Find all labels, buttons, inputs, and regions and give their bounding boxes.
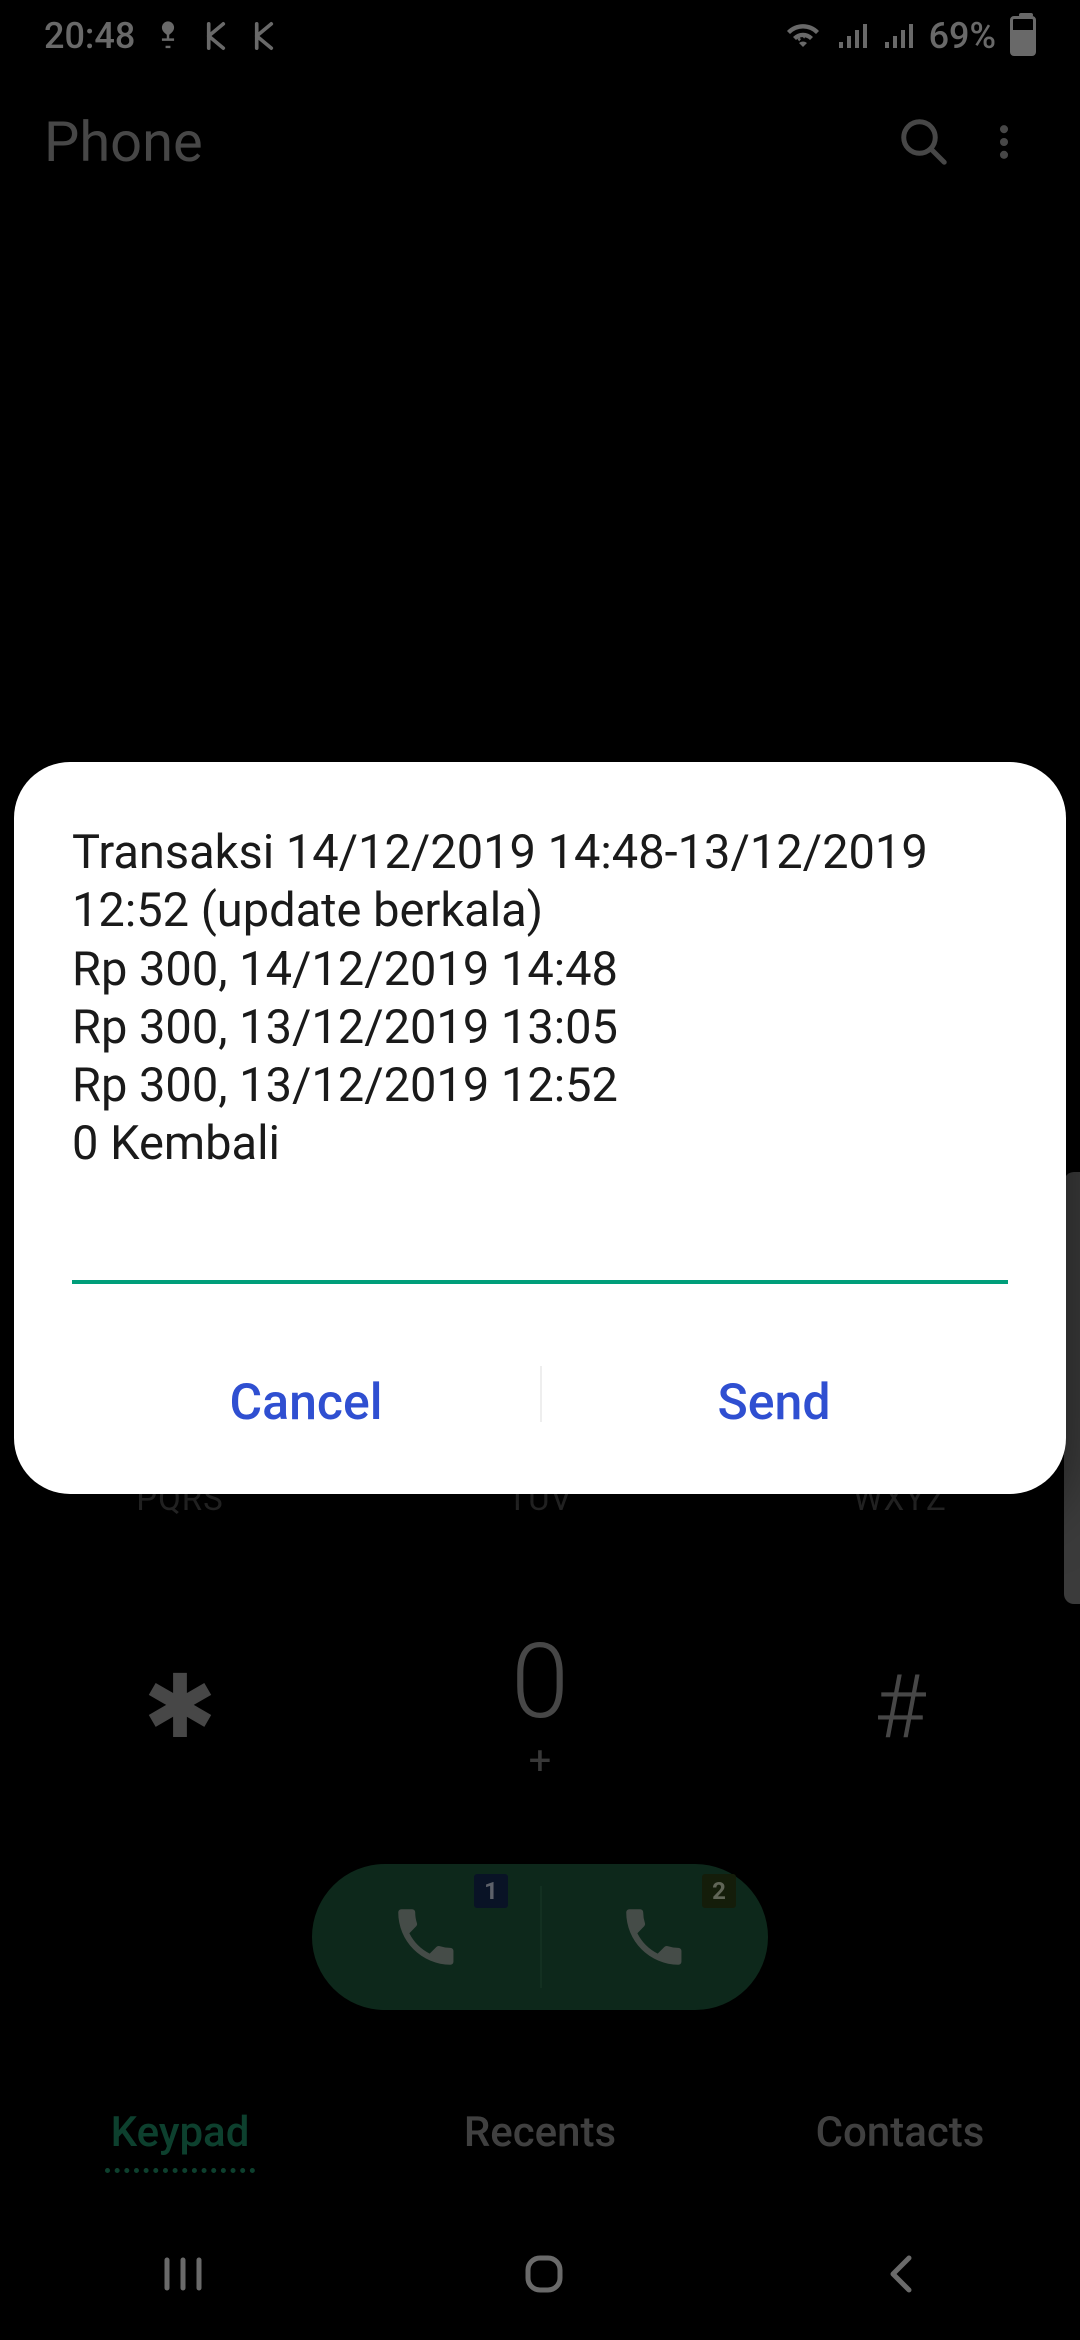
send-button[interactable]: Send bbox=[540, 1356, 1008, 1454]
ussd-message: Transaksi 14/12/2019 14:48-13/12/2019 12… bbox=[72, 824, 1008, 1174]
ussd-dialog: Transaksi 14/12/2019 14:48-13/12/2019 12… bbox=[14, 762, 1066, 1494]
ussd-input[interactable] bbox=[72, 1200, 1008, 1284]
cancel-button[interactable]: Cancel bbox=[72, 1356, 540, 1454]
scroll-indicator bbox=[1064, 1172, 1080, 1604]
